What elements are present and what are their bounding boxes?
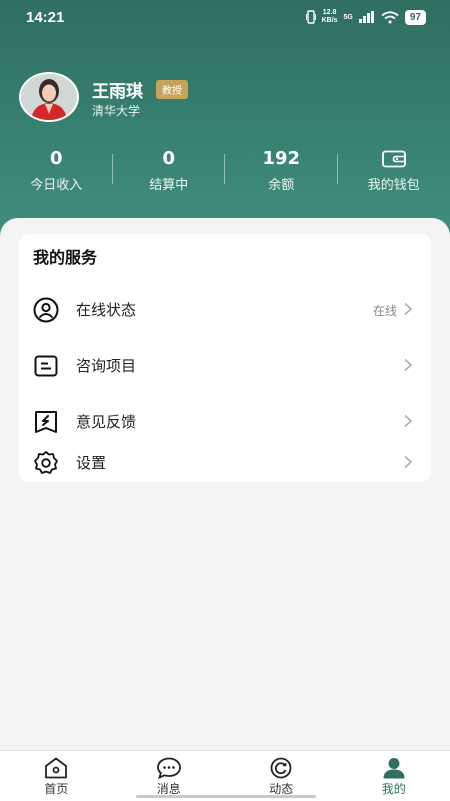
feedback-icon — [33, 409, 59, 435]
gear-icon — [33, 450, 59, 476]
nav-moments[interactable]: 动态 — [225, 751, 338, 801]
signal-icon — [359, 11, 375, 23]
person-icon — [381, 757, 407, 779]
stat-label: 余额 — [225, 174, 338, 193]
stat-balance[interactable]: 192 余额 — [225, 146, 338, 196]
services-title: 我的服务 — [33, 244, 97, 268]
menu-item-settings[interactable]: 设置 — [19, 452, 431, 482]
network-type: 5G — [344, 14, 353, 21]
nav-label: 首页 — [0, 780, 113, 797]
home-indicator — [136, 795, 316, 798]
net-speed-unit: KB/s — [322, 17, 338, 25]
status-icons: 12.8 KB/s 5G 97 — [306, 9, 426, 25]
chat-bubble-icon — [156, 757, 182, 779]
avatar-portrait — [21, 74, 77, 120]
menu-item-feedback[interactable]: 意见反馈 — [19, 396, 431, 446]
chevron-right-icon — [403, 414, 413, 428]
net-speed: 12.8 KB/s — [322, 9, 338, 25]
menu-label: 意见反馈 — [76, 411, 136, 432]
net-speed-value: 12.8 — [322, 9, 338, 17]
menu-item-consult-projects[interactable]: 咨询项目 — [19, 340, 431, 390]
refresh-circle-icon — [268, 757, 294, 779]
avatar[interactable] — [19, 72, 79, 122]
user-school: 清华大学 — [92, 102, 140, 119]
stat-settling[interactable]: 0 结算中 — [113, 146, 226, 196]
chevron-right-icon — [403, 455, 413, 469]
wallet-icon — [382, 150, 406, 168]
status-bar: 14:21 12.8 KB/s 5G 97 — [0, 0, 450, 36]
wallet-icon-wrap — [338, 146, 450, 172]
wifi-icon — [381, 11, 399, 24]
stat-value: 0 — [113, 146, 226, 172]
title-badge: 教授 — [156, 80, 188, 99]
menu-label: 在线状态 — [76, 299, 136, 320]
user-circle-icon — [33, 297, 59, 323]
status-time: 14:21 — [26, 9, 64, 26]
menu-label: 设置 — [76, 452, 106, 473]
stat-value: 192 — [225, 146, 338, 172]
stat-today-income[interactable]: 0 今日收入 — [0, 146, 113, 196]
menu-item-online-status[interactable]: 在线状态 在线 — [19, 284, 431, 334]
stat-label: 结算中 — [113, 174, 226, 193]
stat-value: 0 — [0, 146, 113, 172]
my-wallet-button[interactable]: 我的钱包 — [338, 146, 450, 196]
vibrate-icon — [306, 10, 316, 24]
stats-row: 0 今日收入 0 结算中 192 余额 我的钱包 — [0, 146, 450, 196]
bottom-nav: 首页 消息 动态 我的 — [0, 750, 450, 801]
stat-label: 我的钱包 — [338, 174, 450, 193]
services-card: 我的服务 在线状态 在线 咨询项目 — [19, 234, 431, 482]
battery-level: 97 — [405, 10, 426, 25]
main-content: 我的服务 在线状态 在线 咨询项目 — [0, 218, 450, 750]
chevron-right-icon — [403, 358, 413, 372]
user-name: 王雨琪 — [92, 77, 143, 102]
menu-label: 咨询项目 — [76, 355, 136, 376]
chevron-right-icon — [403, 302, 413, 316]
nav-messages[interactable]: 消息 — [113, 751, 226, 801]
stat-label: 今日收入 — [0, 174, 113, 193]
nav-mine[interactable]: 我的 — [338, 751, 450, 801]
document-icon — [33, 353, 59, 379]
nav-home[interactable]: 首页 — [0, 751, 113, 801]
online-status-value: 在线 — [373, 302, 397, 319]
home-icon — [43, 757, 69, 779]
profile-summary[interactable]: 王雨琪 教授 清华大学 — [19, 72, 439, 122]
nav-label: 我的 — [338, 780, 450, 797]
